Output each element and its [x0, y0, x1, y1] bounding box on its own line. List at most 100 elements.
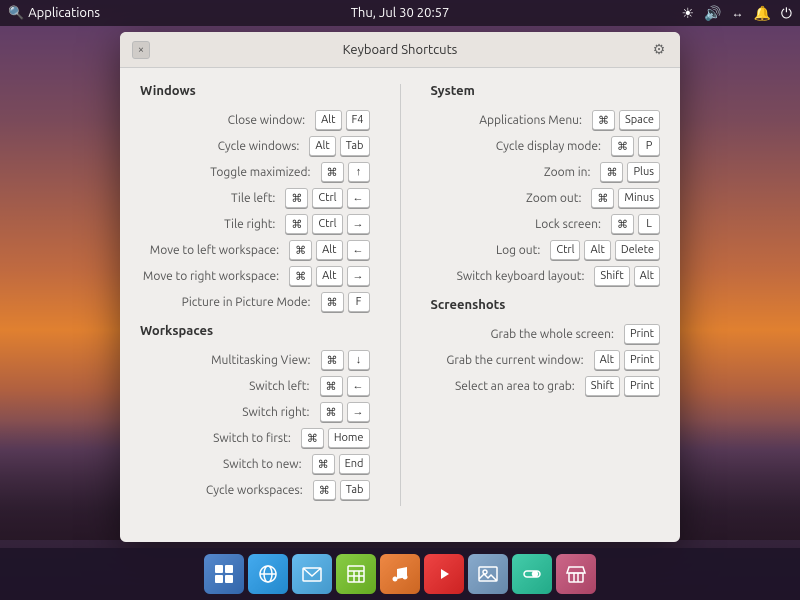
shortcut-label: Multitasking View:: [140, 354, 311, 367]
shortcut-label: Switch to new:: [140, 458, 302, 471]
shortcut-cycle-windows: Cycle windows: Alt Tab: [140, 136, 370, 156]
topbar: 🔍 Applications Thu, Jul 30 20:57 ☀ 🔊 ↔ 🔔…: [0, 0, 800, 26]
windows-section-title: Windows: [140, 84, 370, 98]
shortcut-tile-left: Tile left: ⌘ Ctrl ←: [140, 188, 370, 208]
network-icon[interactable]: ↔: [731, 6, 743, 20]
photos-icon[interactable]: [468, 554, 508, 594]
key-print: Print: [624, 350, 660, 370]
left-column: Windows Close window: Alt F4 Cycle windo…: [140, 84, 370, 506]
shortcut-ws-left: Switch left: ⌘ ←: [140, 376, 370, 396]
shortcut-zoom-out: Zoom out: ⌘ Minus: [431, 188, 661, 208]
shortcut-label: Cycle workspaces:: [140, 484, 303, 497]
column-divider: [400, 84, 401, 506]
applications-label[interactable]: Applications: [28, 6, 100, 20]
key-super: ⌘: [321, 162, 344, 182]
key-plus: Plus: [627, 162, 660, 182]
key-down: ↓: [348, 350, 370, 370]
shortcut-label: Switch keyboard layout:: [431, 270, 585, 283]
key-shift: Shift: [594, 266, 629, 286]
topbar-left: 🔍 Applications: [8, 6, 100, 21]
key-super: ⌘: [611, 214, 634, 234]
search-icon: 🔍: [8, 6, 24, 21]
gear-icon[interactable]: ⚙: [650, 41, 668, 59]
shortcut-label: Zoom in:: [431, 166, 591, 179]
shortcut-grab-screen: Grab the whole screen: Print: [431, 324, 661, 344]
key-super: ⌘: [312, 454, 335, 474]
key-super: ⌘: [592, 110, 615, 130]
shortcut-label: Lock screen:: [431, 218, 602, 231]
shortcut-move-left-ws: Move to left workspace: ⌘ Alt ←: [140, 240, 370, 260]
taskbar: [0, 548, 800, 600]
shortcut-logout: Log out: Ctrl Alt Delete: [431, 240, 661, 260]
video-icon[interactable]: [424, 554, 464, 594]
key-super: ⌘: [600, 162, 623, 182]
shortcut-tile-right: Tile right: ⌘ Ctrl →: [140, 214, 370, 234]
key-print: Print: [624, 376, 660, 396]
shortcut-label: Tile left:: [140, 192, 275, 205]
dialog-titlebar: × Keyboard Shortcuts ⚙: [120, 32, 680, 68]
shortcut-display-mode: Cycle display mode: ⌘ P: [431, 136, 661, 156]
shortcut-label: Switch right:: [140, 406, 310, 419]
mail-icon[interactable]: [292, 554, 332, 594]
key-tab: Tab: [340, 480, 370, 500]
shortcut-close-window: Close window: Alt F4: [140, 110, 370, 130]
key-delete: Delete: [615, 240, 660, 260]
topbar-datetime: Thu, Jul 30 20:57: [351, 6, 450, 20]
key-super: ⌘: [321, 350, 344, 370]
key-f: F: [348, 292, 370, 312]
key-alt: Alt: [316, 266, 342, 286]
files-icon[interactable]: [204, 554, 244, 594]
spreadsheet-icon[interactable]: [336, 554, 376, 594]
key-super: ⌘: [320, 402, 343, 422]
key-l: L: [638, 214, 660, 234]
key-shift: Shift: [585, 376, 620, 396]
screenshots-section-title: Screenshots: [431, 298, 661, 312]
shortcut-grab-area: Select an area to grab: Shift Print: [431, 376, 661, 396]
topbar-right: ☀ 🔊 ↔ 🔔 ⏻: [681, 5, 792, 22]
dialog-title: Keyboard Shortcuts: [150, 43, 650, 57]
shortcut-ws-first: Switch to first: ⌘ Home: [140, 428, 370, 448]
key-p: P: [638, 136, 660, 156]
shortcut-label: Toggle maximized:: [140, 166, 311, 179]
key-right: →: [347, 266, 370, 286]
key-super: ⌘: [289, 240, 312, 260]
key-alt: Alt: [594, 350, 620, 370]
browser-icon[interactable]: [248, 554, 288, 594]
key-tab: Tab: [340, 136, 370, 156]
key-home: Home: [328, 428, 370, 448]
shortcut-label: Move to right workspace:: [140, 270, 279, 283]
key-super: ⌘: [321, 292, 344, 312]
key-super: ⌘: [320, 376, 343, 396]
shortcut-label: Tile right:: [140, 218, 275, 231]
shortcut-lock: Lock screen: ⌘ L: [431, 214, 661, 234]
notifications-icon[interactable]: 🔔: [753, 5, 770, 22]
brightness-icon[interactable]: ☀: [681, 5, 694, 22]
key-print: Print: [624, 324, 660, 344]
store-icon[interactable]: [556, 554, 596, 594]
key-alt: Alt: [315, 110, 341, 130]
key-super: ⌘: [301, 428, 324, 448]
shortcut-cycle-ws: Cycle workspaces: ⌘ Tab: [140, 480, 370, 500]
key-left: ←: [347, 188, 370, 208]
key-right: →: [347, 214, 370, 234]
right-column: System Applications Menu: ⌘ Space Cycle …: [431, 84, 661, 506]
shortcut-label: Cycle windows:: [140, 140, 299, 153]
key-left: ←: [347, 376, 370, 396]
volume-icon[interactable]: 🔊: [704, 5, 721, 22]
key-super: ⌘: [285, 188, 308, 208]
key-alt: Alt: [316, 240, 342, 260]
key-alt: Alt: [309, 136, 335, 156]
power-icon[interactable]: ⏻: [781, 5, 792, 22]
key-minus: Minus: [618, 188, 660, 208]
shortcut-label: Move to left workspace:: [140, 244, 279, 257]
settings-icon[interactable]: [512, 554, 552, 594]
shortcut-label: Grab the whole screen:: [431, 328, 614, 341]
shortcut-label: Switch to first:: [140, 432, 291, 445]
close-button[interactable]: ×: [132, 41, 150, 59]
shortcut-grab-window: Grab the current window: Alt Print: [431, 350, 661, 370]
shortcut-pip: Picture in Picture Mode: ⌘ F: [140, 292, 370, 312]
key-up: ↑: [348, 162, 370, 182]
music-icon[interactable]: [380, 554, 420, 594]
shortcut-kbd-layout: Switch keyboard layout: Shift Alt: [431, 266, 661, 286]
shortcut-label: Zoom out:: [431, 192, 582, 205]
